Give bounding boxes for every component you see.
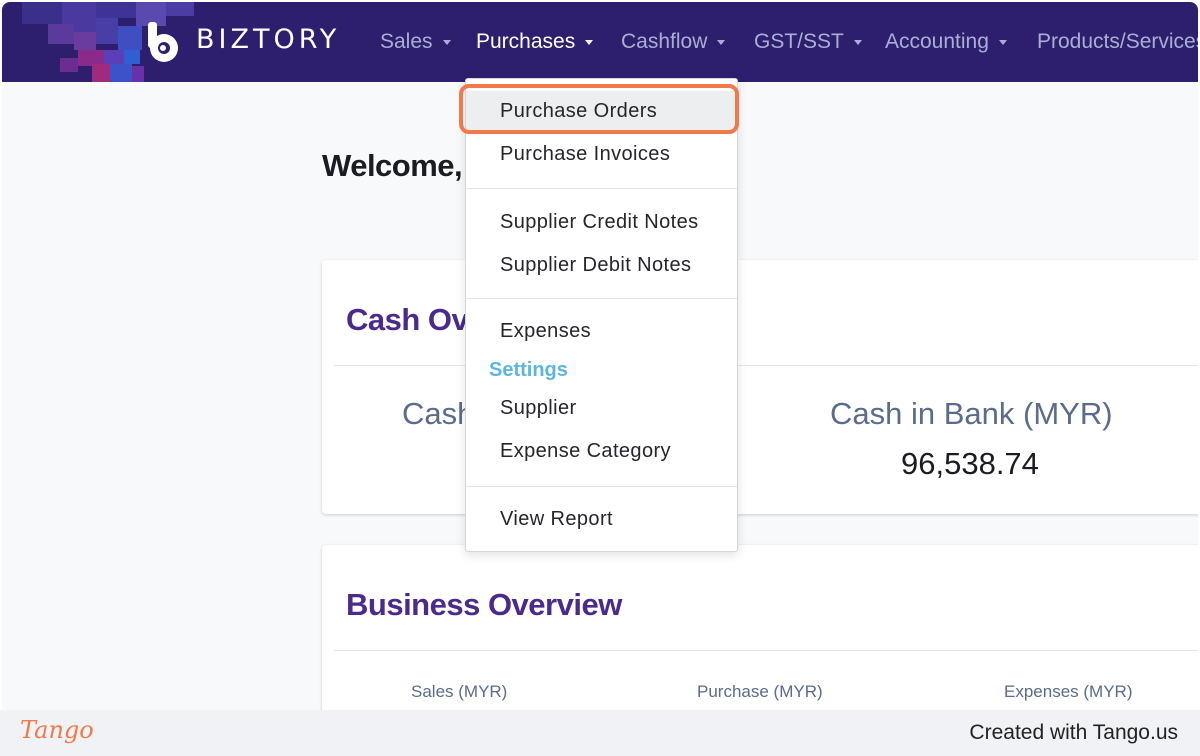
- menu-item-view-report[interactable]: View Report: [466, 499, 737, 539]
- card-divider: [334, 650, 1198, 651]
- app-window: BIZTORY Sales Purchases Cashflow GST/SST…: [2, 2, 1198, 710]
- purchase-column-label: Purchase (MYR): [697, 682, 823, 701]
- nav-cashflow[interactable]: Cashflow: [621, 28, 726, 56]
- nav-products-services[interactable]: Products/Services: [1037, 28, 1198, 56]
- chevron-down-icon: [853, 39, 862, 45]
- biztory-logo-icon[interactable]: [142, 20, 186, 64]
- purchases-dropdown-menu: Purchase Orders Purchase Invoices Suppli…: [465, 78, 738, 552]
- nav-cashflow-label: Cashflow: [621, 30, 708, 53]
- nav-purchases-label: Purchases: [476, 30, 576, 53]
- chevron-down-icon: [442, 39, 451, 45]
- menu-item-supplier-debit-notes[interactable]: Supplier Debit Notes: [466, 245, 737, 285]
- chevron-down-icon: [585, 39, 594, 45]
- nav-accounting[interactable]: Accounting: [885, 28, 1007, 56]
- click-highlight-outline: [459, 84, 739, 134]
- chevron-down-icon: [717, 39, 726, 45]
- nav-sales-label: Sales: [380, 30, 433, 53]
- cash-in-bank-value: 96,538.74: [901, 446, 1039, 481]
- menu-divider: [466, 486, 737, 487]
- menu-divider: [466, 298, 737, 299]
- nav-accounting-label: Accounting: [885, 30, 989, 53]
- nav-gst-sst-label: GST/SST: [754, 30, 844, 53]
- menu-section-settings: Settings: [489, 359, 568, 381]
- menu-item-purchase-invoices[interactable]: Purchase Invoices: [466, 134, 737, 174]
- tango-logo: Tango: [20, 716, 94, 744]
- business-overview-title: Business Overview: [346, 587, 622, 622]
- nav-products-services-label: Products/Services: [1037, 30, 1198, 53]
- tango-footer: Tango Created with Tango.us: [0, 710, 1200, 756]
- cash-overview-card: Cash Ov Cash Cash in Bank (MYR) 96,538.7…: [322, 260, 1198, 514]
- menu-item-expense-category[interactable]: Expense Category: [466, 431, 737, 471]
- nav-purchases[interactable]: Purchases: [476, 28, 594, 56]
- menu-item-supplier[interactable]: Supplier: [466, 388, 737, 428]
- nav-gst-sst[interactable]: GST/SST: [754, 28, 862, 56]
- card-divider: [334, 365, 1198, 366]
- expenses-column-label: Expenses (MYR): [1004, 682, 1133, 701]
- chevron-down-icon: [998, 39, 1007, 45]
- cash-label: Cash: [402, 396, 475, 431]
- app-logo-text[interactable]: BIZTORY: [196, 24, 340, 55]
- menu-item-expenses[interactable]: Expenses: [466, 311, 737, 351]
- created-with-text: Created with Tango.us: [969, 721, 1178, 744]
- nav-sales[interactable]: Sales: [380, 28, 451, 56]
- business-overview-card: Business Overview Sales (MYR) Purchase (…: [322, 545, 1198, 710]
- sales-column-label: Sales (MYR): [411, 682, 508, 701]
- welcome-heading: Welcome,: [322, 148, 463, 183]
- cash-overview-title: Cash Ov: [346, 302, 469, 337]
- menu-divider: [466, 188, 737, 189]
- top-navbar: BIZTORY Sales Purchases Cashflow GST/SST…: [2, 2, 1198, 82]
- cash-in-bank-label: Cash in Bank (MYR): [830, 396, 1113, 431]
- menu-item-supplier-credit-notes[interactable]: Supplier Credit Notes: [466, 202, 737, 242]
